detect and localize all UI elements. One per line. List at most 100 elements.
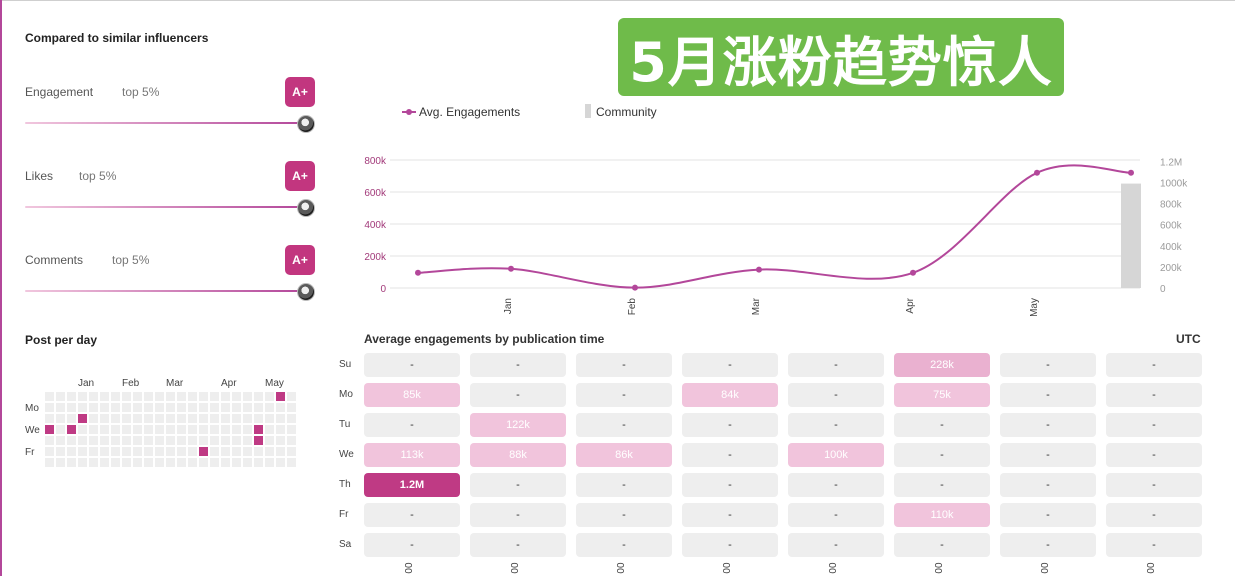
calendar-day-cell	[111, 414, 120, 423]
calendar-day-cell	[199, 414, 208, 423]
heatmap-time-label: 00	[404, 562, 415, 574]
calendar-day-cell	[155, 414, 164, 423]
calendar-day-cell	[210, 447, 219, 456]
calendar-day-cell	[232, 392, 241, 401]
post-per-day-title: Post per day	[25, 333, 98, 347]
calendar-day-cell	[45, 447, 54, 456]
calendar-day-cell	[243, 436, 252, 445]
calendar-day-cell	[100, 392, 109, 401]
heatmap-cell: -	[788, 503, 884, 527]
engagement-point	[632, 284, 638, 291]
heatmap-cell: -	[470, 533, 566, 557]
calendar-day-cell	[144, 414, 153, 423]
calendar-day-cell	[56, 458, 65, 467]
calendar-day-cell	[45, 414, 54, 423]
calendar-day-cell	[188, 392, 197, 401]
calendar-day-cell	[243, 425, 252, 434]
calendar-day-cell	[67, 392, 76, 401]
heatmap-cell: -	[470, 473, 566, 497]
heatmap-day-label: Th	[339, 479, 351, 490]
grade-badge: A+	[285, 161, 315, 191]
heatmap-cell: 75k	[894, 383, 990, 407]
heatmap-cell: 88k	[470, 443, 566, 467]
calendar-day-cell	[232, 425, 241, 434]
heatmap-cell: -	[1000, 383, 1096, 407]
heatmap-cell: -	[894, 533, 990, 557]
calendar-day-cell	[276, 447, 285, 456]
calendar-day-cell	[100, 425, 109, 434]
calendar-day-cell	[177, 447, 186, 456]
calendar-day-cell	[210, 458, 219, 467]
heatmap-cell: -	[1106, 383, 1202, 407]
calendar-day-cell	[133, 458, 142, 467]
calendar-day-cell	[89, 414, 98, 423]
heatmap-cell: -	[788, 533, 884, 557]
calendar-day-cell	[243, 403, 252, 412]
heatmap-cell: -	[1000, 473, 1096, 497]
metric-label: Comments	[25, 253, 84, 267]
heatmap-time-label: 00	[1146, 562, 1157, 574]
heatmap-time-label: 00	[934, 562, 945, 574]
calendar-day-cell	[100, 414, 109, 423]
calendar-day-cell	[155, 458, 164, 467]
calendar-day-cell	[100, 436, 109, 445]
heatmap-cell: -	[788, 413, 884, 437]
heatmap-cell: -	[1106, 443, 1202, 467]
heatmap-cell: -	[364, 413, 460, 437]
calendar-day-cell	[287, 425, 296, 434]
calendar-day-cell	[89, 458, 98, 467]
calendar-day-cell	[188, 403, 197, 412]
calendar-day-cell	[144, 436, 153, 445]
heatmap-cell: -	[1000, 443, 1096, 467]
calendar-day-cell	[199, 436, 208, 445]
heatmap-cell: 84k	[682, 383, 778, 407]
metric-progress-track	[25, 206, 305, 208]
calendar-day-cell	[144, 425, 153, 434]
calendar-day-cell	[265, 425, 274, 434]
ppd-month-label: Mar	[166, 378, 184, 389]
calendar-day-cell	[232, 447, 241, 456]
heatmap-day-label: Tu	[339, 419, 351, 430]
avatar-marker	[297, 283, 315, 301]
x-tick-label: Feb	[627, 298, 638, 316]
calendar-day-cell	[265, 414, 274, 423]
calendar-day-cell	[276, 414, 285, 423]
calendar-day-cell	[265, 447, 274, 456]
calendar-day-cell	[210, 436, 219, 445]
calendar-day-cell	[111, 447, 120, 456]
calendar-day-cell	[56, 436, 65, 445]
heatmap-cell: -	[470, 383, 566, 407]
calendar-day-cell	[254, 458, 263, 467]
heatmap-cell: -	[682, 503, 778, 527]
calendar-day-cell	[232, 458, 241, 467]
calendar-day-cell	[199, 403, 208, 412]
calendar-day-cell	[78, 403, 87, 412]
calendar-day-cell	[122, 447, 131, 456]
heatmap-cell: -	[788, 353, 884, 377]
calendar-day-cell	[78, 425, 87, 434]
right-tick-label: 800k	[1160, 200, 1183, 211]
metric-value: top 5%	[112, 253, 150, 267]
calendar-day-cell	[78, 458, 87, 467]
x-tick-label: Apr	[905, 297, 916, 313]
calendar-day-cell	[265, 403, 274, 412]
ppd-day-label: Mo	[25, 403, 39, 414]
calendar-day-cell	[210, 414, 219, 423]
calendar-day-cell	[232, 414, 241, 423]
heatmap-time-label: 00	[722, 562, 733, 574]
calendar-day-cell	[155, 392, 164, 401]
calendar-day-cell	[210, 425, 219, 434]
calendar-day-cell	[188, 414, 197, 423]
left-tick-label: 400k	[364, 220, 387, 231]
calendar-day-cell	[67, 425, 76, 434]
calendar-day-cell	[111, 436, 120, 445]
heatmap-cell: 1.2M	[364, 473, 460, 497]
heatmap-cell: -	[576, 413, 672, 437]
right-tick-label: 200k	[1160, 263, 1183, 274]
calendar-day-cell	[221, 414, 230, 423]
calendar-day-cell	[122, 392, 131, 401]
calendar-day-cell	[276, 403, 285, 412]
ppd-month-label: Apr	[221, 378, 237, 389]
calendar-day-cell	[133, 436, 142, 445]
calendar-day-cell	[199, 392, 208, 401]
